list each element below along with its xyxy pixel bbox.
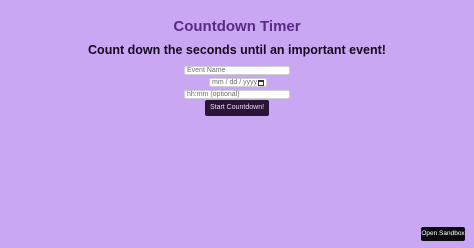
countdown-app: Countdown Timer Count down the seconds u… xyxy=(0,0,474,248)
event-time-placeholder: hh:mm (optional) xyxy=(187,91,240,98)
event-name-input[interactable]: Event Name xyxy=(184,66,290,75)
open-sandbox-button[interactable]: Open Sandbox xyxy=(421,227,465,241)
page-title: Countdown Timer xyxy=(173,18,301,35)
event-time-input[interactable]: hh:mm (optional) xyxy=(184,90,290,99)
start-countdown-button[interactable]: Start Countdown! xyxy=(205,100,269,116)
calendar-icon[interactable] xyxy=(258,79,264,86)
page-subtitle: Count down the seconds until an importan… xyxy=(88,43,386,57)
event-date-input[interactable]: mm / dd / yyyy xyxy=(209,78,267,87)
event-name-placeholder: Event Name xyxy=(187,67,226,74)
event-date-placeholder: mm / dd / yyyy xyxy=(212,79,258,86)
